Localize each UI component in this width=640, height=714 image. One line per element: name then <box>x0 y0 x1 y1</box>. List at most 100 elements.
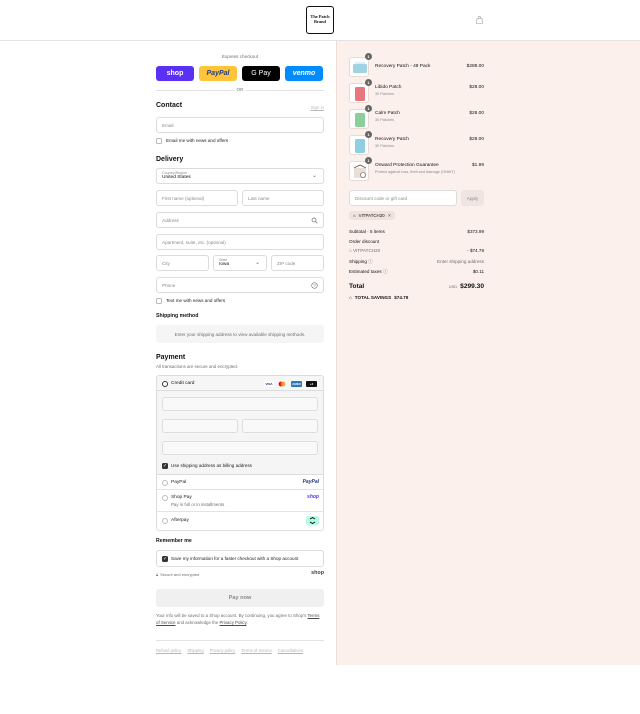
line-item: 1 Libido Patch 30 Patches $28.00 <box>349 79 484 103</box>
legal-text-2: and acknowledge the <box>176 620 219 625</box>
credit-card-fields: ✓ Use shipping address as billing addres… <box>157 391 323 475</box>
shopping-bag-icon[interactable] <box>476 16 483 24</box>
city-field[interactable]: City <box>156 255 209 271</box>
remember-me-box: ✓ Save my information for a faster check… <box>156 550 324 567</box>
header: The Patch Brand <box>0 0 640 41</box>
total-row: Total USD $299.30 <box>349 283 484 293</box>
privacy-policy-link[interactable]: Privacy policy <box>210 648 236 653</box>
applied-discount-tag: ⌂ VITPATCH20 ✕ <box>349 211 396 220</box>
applied-code: VITPATCH20 <box>358 213 385 218</box>
subtotal-row: Subtotal · 5 items $373.99 <box>349 229 484 236</box>
text-news-checkbox[interactable] <box>156 298 162 304</box>
product-description: Protect against loss, theft and damage (… <box>375 170 455 174</box>
google-pay-button[interactable]: G Pay <box>242 66 280 81</box>
paypal-button[interactable]: PayPal <box>199 66 237 81</box>
expiration-field[interactable] <box>162 419 238 433</box>
visa-icon: VISA <box>264 381 274 387</box>
phone-placeholder: Phone <box>162 282 176 288</box>
line-item: 1 Calm Patch 30 Patches $28.00 <box>349 105 484 129</box>
contact-heading: Contact <box>156 102 183 109</box>
shipping-label: Shipping ⓘ <box>349 259 373 264</box>
product-name: Recovery Patch - 48 Pack <box>375 64 431 69</box>
apply-discount-button[interactable]: Apply <box>461 190 484 206</box>
amex-icon: AMEX <box>291 381 302 387</box>
help-icon[interactable]: ? <box>311 282 318 289</box>
sign-in-link[interactable]: Sign in <box>311 105 324 110</box>
apartment-field[interactable]: Apartment, suite, etc. (optional) <box>156 234 324 250</box>
or-label: OR <box>234 87 246 92</box>
brand-logo[interactable]: The Patch Brand <box>306 6 334 34</box>
remember-me-heading: Remember me <box>156 538 192 544</box>
shipping-policy-link[interactable]: Shipping <box>187 648 203 653</box>
shop-pay-option[interactable]: Shop Pay Pay in full or in installments … <box>157 490 323 512</box>
afterpay-option[interactable]: Afterpay <box>157 512 323 530</box>
mastercard-icon <box>277 381 287 387</box>
name-on-card-field[interactable] <box>162 441 318 455</box>
shop-pay-label: Shop Pay <box>171 495 192 500</box>
discount-code-input[interactable]: Discount code or gift card <box>349 190 457 206</box>
package-thumbnail-icon <box>349 161 369 181</box>
tag-icon: ⌂ <box>349 295 352 300</box>
payment-subtitle: All transactions are secure and encrypte… <box>156 364 239 369</box>
zip-code-field[interactable]: ZIP code <box>271 255 324 271</box>
cancellations-link[interactable]: Cancellations <box>278 648 303 653</box>
address-field[interactable]: Address <box>156 212 324 228</box>
billing-same-checkbox[interactable]: ✓ <box>162 463 168 469</box>
more-cards-badge: +4 <box>306 381 317 387</box>
payment-heading: Payment <box>156 354 186 361</box>
product-thumbnail <box>349 57 369 77</box>
legal-notice: Your info will be saved to a Shop accoun… <box>156 612 324 626</box>
email-news-checkbox[interactable] <box>156 138 162 144</box>
product-name: Calm Patch <box>375 111 400 116</box>
secure-note: 🔒︎ Secure and encrypted <box>156 572 199 577</box>
paypal-option[interactable]: PayPal PayPal <box>157 475 323 490</box>
pay-now-button[interactable]: Pay now <box>156 589 324 607</box>
country-select[interactable]: Country/Region United States ⌄ <box>156 168 324 184</box>
chevron-down-icon: ⌄ <box>254 260 261 266</box>
credit-card-label: Credit card <box>171 380 195 386</box>
email-field[interactable]: Email <box>156 117 324 133</box>
credit-card-option[interactable]: Credit card VISA AMEX +4 <box>157 376 323 391</box>
total-savings-row: ⌂ TOTAL SAVINGS $74.79 <box>349 295 484 302</box>
product-price: $28.00 <box>469 137 484 142</box>
paypal-radio[interactable] <box>162 479 168 486</box>
express-checkout-title: Express checkout <box>221 54 259 59</box>
privacy-link[interactable]: Privacy Policy <box>220 620 247 625</box>
discount-code-row: ⌂ VITPATCH20 - $74.79 <box>349 248 484 255</box>
secure-label: Secure and encrypted <box>160 572 200 577</box>
credit-card-radio[interactable] <box>162 380 168 387</box>
save-info-checkbox[interactable]: ✓ <box>162 556 168 562</box>
first-name-field[interactable]: First name (optional) <box>156 190 238 206</box>
subtotal-value: $373.99 <box>467 229 484 234</box>
taxes-label: Estimated taxes ⓘ <box>349 269 388 274</box>
phone-field[interactable]: Phone ? <box>156 277 324 293</box>
country-value: United States <box>162 175 191 181</box>
product-price: $28.00 <box>469 111 484 116</box>
refund-policy-link[interactable]: Refund policy <box>156 648 181 653</box>
quantity-badge: 1 <box>365 79 372 86</box>
state-select[interactable]: State Iowa ⌄ <box>213 255 267 271</box>
afterpay-radio[interactable] <box>162 518 168 524</box>
card-number-field[interactable] <box>162 397 318 411</box>
help-icon[interactable]: ⓘ <box>368 259 373 264</box>
policy-links: Refund policy Shipping Privacy policy Te… <box>156 640 324 653</box>
security-code-field[interactable] <box>242 419 318 433</box>
currency-code: USD <box>448 284 458 289</box>
shop-pay-subtitle: Pay in full or in installments <box>171 502 225 507</box>
quantity-badge: 1 <box>365 131 372 138</box>
last-name-field[interactable]: Last name <box>242 190 324 206</box>
svg-text:?: ? <box>313 283 316 288</box>
terms-of-service-link[interactable]: Terms of service <box>241 648 271 653</box>
help-icon[interactable]: ⓘ <box>383 269 388 274</box>
subtotal-label: Subtotal · 5 items <box>349 229 385 234</box>
line-item: 1 Recovery Patch - 48 Pack $288.00 <box>349 53 484 77</box>
shop-pay-button[interactable]: shop <box>156 66 194 81</box>
venmo-button[interactable]: venmo <box>285 66 323 81</box>
quantity-badge: 1 <box>365 157 372 164</box>
paypal-label: PayPal <box>171 479 187 485</box>
remove-discount-icon[interactable]: ✕ <box>388 213 392 219</box>
shipping-row: Shipping ⓘ Enter shipping address <box>349 259 484 266</box>
product-name: Libido Patch <box>375 85 402 90</box>
shop-pay-radio[interactable] <box>162 495 168 501</box>
total-label: Total <box>349 283 365 290</box>
